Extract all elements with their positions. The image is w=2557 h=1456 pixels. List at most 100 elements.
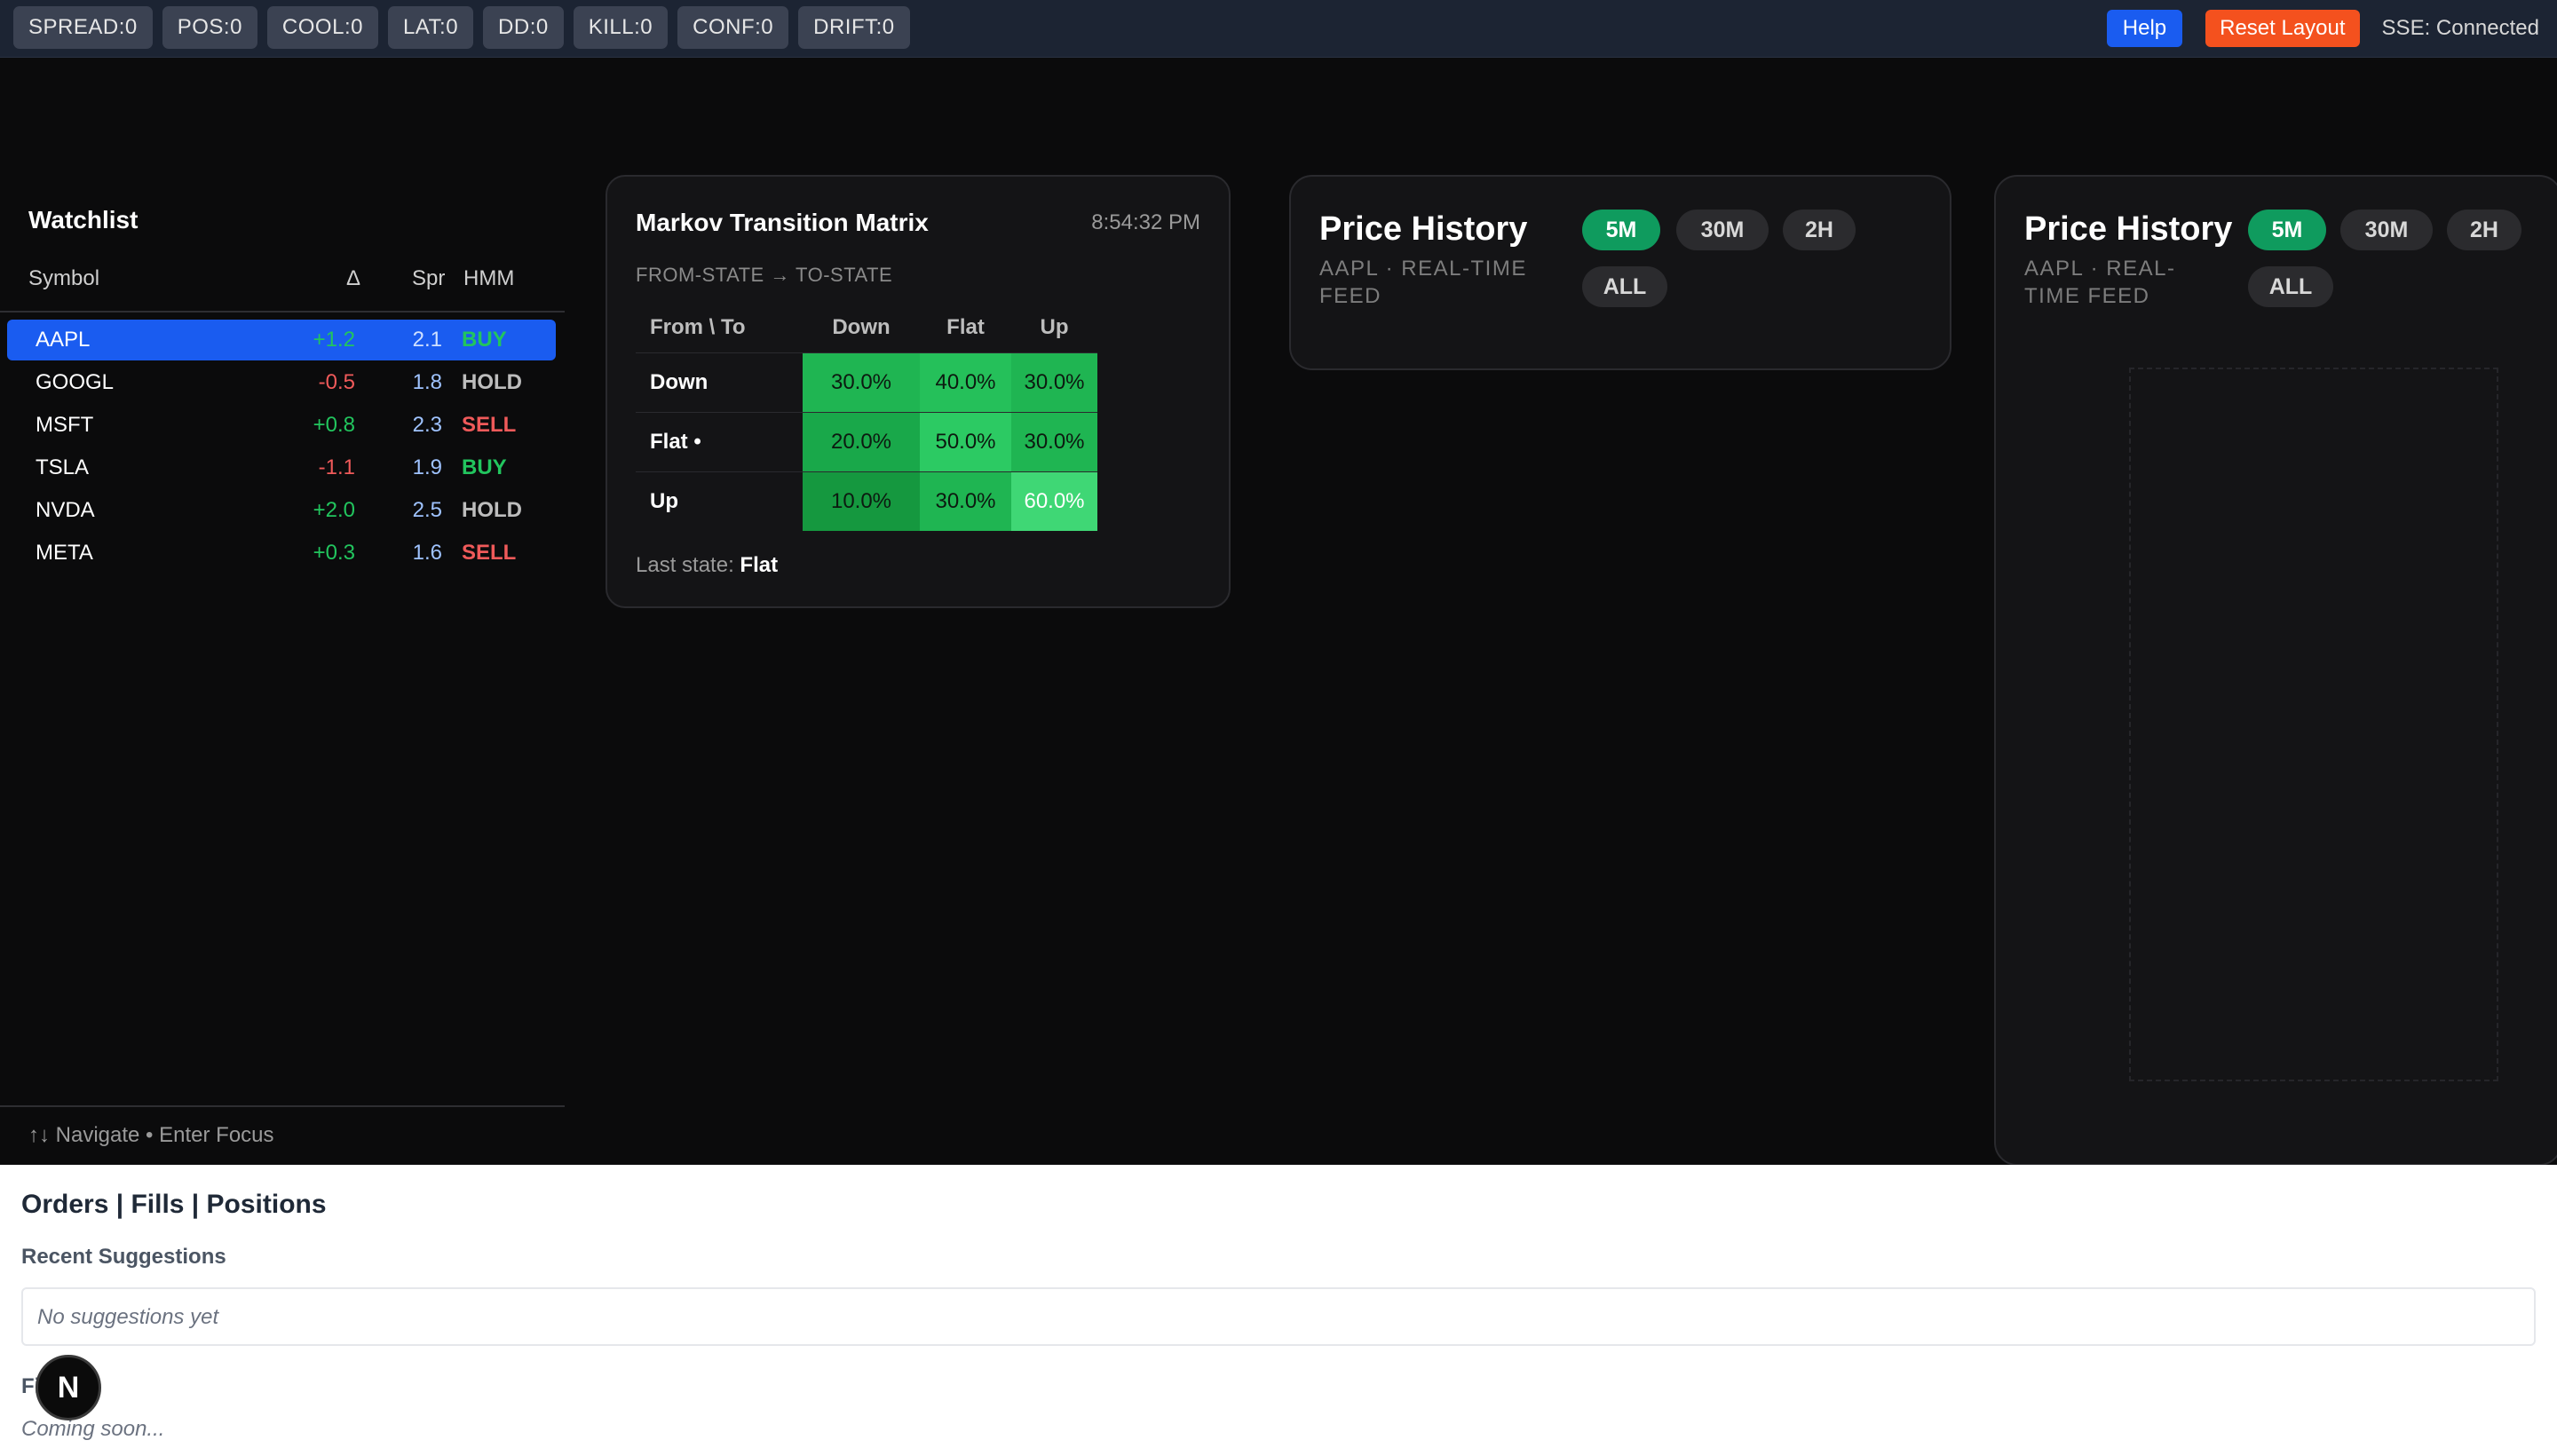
lat-badge[interactable]: LAT:0 — [387, 6, 474, 49]
markov-title: Markov Transition Matrix — [636, 209, 929, 236]
matrix-cell: 60.0% — [1011, 471, 1097, 531]
price-history-subtitle: AAPL · REAL-TIME FEED — [2024, 257, 2176, 308]
matrix-cell: 30.0% — [1011, 412, 1097, 472]
col-delta[interactable]: Δ — [346, 266, 360, 291]
help-button[interactable]: Help — [2106, 10, 2183, 47]
row-label-flat: Flat • — [636, 412, 803, 472]
matrix-cell: 30.0% — [920, 471, 1011, 531]
row-signal: BUY — [462, 455, 507, 479]
last-state-value: Flat — [740, 553, 779, 577]
pos-badge[interactable]: POS:0 — [162, 6, 257, 49]
row-signal: HOLD — [462, 370, 522, 394]
watchlist-panel: Watchlist Symbol Δ Spr HMM AAPL +1.2 2.1… — [0, 195, 565, 1165]
status-bar: SPREAD:0 POS:0 COOL:0 LAT:0 DD:0 KILL:0 … — [0, 0, 2557, 58]
row-signal: BUY — [462, 328, 507, 352]
transition-table: From \ To Down Flat Up Down 30.0% 40.0% … — [636, 303, 1097, 531]
drift-badge[interactable]: DRIFT:0 — [798, 6, 910, 49]
matrix-row-flat: Flat • 20.0% 50.0% 30.0% — [636, 412, 1097, 472]
matrix-cell: 30.0% — [1011, 352, 1097, 413]
last-state: Last state: Flat — [636, 553, 778, 578]
matrix-row-up: Up 10.0% 30.0% 60.0% — [636, 471, 1097, 531]
range-5m-button[interactable]: 5M — [1582, 210, 1660, 250]
row-delta: +1.2 — [313, 328, 355, 352]
price-history-subtitle: AAPL · REAL-TIME FEED — [1319, 257, 1527, 308]
col-header-up: Up — [1040, 315, 1069, 339]
col-header-flat: Flat — [946, 315, 985, 339]
markov-subtitle: FROM-STATE → TO-STATE — [636, 264, 893, 286]
row-spread: 2.5 — [412, 498, 442, 522]
watchlist-row[interactable]: NVDA +2.0 2.5 HOLD — [7, 490, 556, 531]
markov-timestamp: 8:54:32 PM — [1091, 210, 1200, 234]
price-history-card: Price History AAPL · REAL-TIME FEED 5M 3… — [1289, 175, 1951, 370]
coming-soon-text: Coming soon... — [21, 1417, 165, 1441]
suggestions-empty-text: No suggestions yet — [37, 1305, 219, 1329]
price-history-title: Price History — [1319, 210, 1528, 248]
price-chart-area[interactable] — [2129, 368, 2498, 1081]
matrix-cell: 20.0% — [803, 412, 920, 472]
row-delta: +0.8 — [313, 413, 355, 437]
col-symbol[interactable]: Symbol — [28, 266, 99, 291]
orders-panel: Orders | Fills | Positions Recent Sugges… — [0, 1165, 2557, 1456]
row-label-up: Up — [636, 471, 803, 531]
row-spread: 1.6 — [412, 541, 442, 565]
row-spread: 1.9 — [412, 455, 442, 479]
watchlist-row[interactable]: GOOGL -0.5 1.8 HOLD — [7, 362, 556, 403]
spread-badge[interactable]: SPREAD:0 — [13, 6, 153, 49]
range-all-button[interactable]: ALL — [2248, 266, 2333, 307]
metric-badges: SPREAD:0 POS:0 COOL:0 LAT:0 DD:0 KILL:0 … — [13, 6, 910, 49]
row-symbol: NVDA — [36, 498, 95, 522]
row-label-down: Down — [636, 352, 803, 413]
cool-badge[interactable]: COOL:0 — [266, 6, 378, 49]
recent-suggestions-label: Recent Suggestions — [21, 1245, 226, 1269]
matrix-cell: 50.0% — [920, 412, 1011, 472]
range-2h-button[interactable]: 2H — [1783, 210, 1856, 250]
range-30m-button[interactable]: 30M — [2340, 210, 2433, 250]
price-history-title: Price History — [2024, 210, 2233, 248]
suggestions-list: No suggestions yet — [21, 1287, 2536, 1346]
watchlist-row[interactable]: TSLA -1.1 1.9 BUY — [7, 447, 556, 488]
range-30m-button[interactable]: 30M — [1676, 210, 1769, 250]
kill-badge[interactable]: KILL:0 — [573, 6, 669, 49]
row-spread: 2.1 — [412, 328, 442, 352]
row-symbol: META — [36, 541, 93, 565]
watchlist-row[interactable]: MSFT +0.8 2.3 SELL — [7, 405, 556, 446]
range-5m-button[interactable]: 5M — [2248, 210, 2326, 250]
markov-matrix-card: Markov Transition Matrix 8:54:32 PM FROM… — [606, 175, 1231, 608]
range-all-button[interactable]: ALL — [1582, 266, 1667, 307]
watchlist-header: Symbol Δ Spr HMM — [0, 266, 565, 313]
row-delta: +0.3 — [313, 541, 355, 565]
matrix-cell: 30.0% — [803, 352, 920, 413]
col-header-down: Down — [832, 315, 891, 339]
col-spread[interactable]: Spr — [412, 266, 445, 291]
corner-header: From \ To — [650, 315, 746, 339]
row-signal: HOLD — [462, 498, 522, 522]
dev-tools-badge[interactable]: N — [36, 1355, 101, 1420]
watchlist-row[interactable]: AAPL +1.2 2.1 BUY — [7, 320, 556, 360]
keyboard-hint-text: ↑↓ Navigate • Enter Focus — [28, 1123, 274, 1147]
row-signal: SELL — [462, 541, 517, 565]
row-symbol: MSFT — [36, 413, 94, 437]
range-2h-button[interactable]: 2H — [2447, 210, 2521, 250]
watchlist-row[interactable]: META +0.3 1.6 SELL — [7, 533, 556, 574]
sse-status: SSE: Connected — [2381, 16, 2539, 40]
row-symbol: GOOGL — [36, 370, 115, 394]
col-hmm[interactable]: HMM — [463, 266, 514, 291]
row-delta: +2.0 — [313, 498, 355, 522]
row-spread: 1.8 — [412, 370, 442, 394]
watchlist-keyboard-hint: ↑↓ Navigate • Enter Focus — [0, 1105, 565, 1167]
matrix-cell: 10.0% — [803, 471, 920, 531]
matrix-row-down: Down 30.0% 40.0% 30.0% — [636, 352, 1097, 413]
row-signal: SELL — [462, 413, 517, 437]
last-state-label: Last state: — [636, 553, 734, 577]
dd-badge[interactable]: DD:0 — [483, 6, 564, 49]
watchlist-title: Watchlist — [28, 206, 139, 233]
row-delta: -1.1 — [318, 455, 355, 479]
conf-badge[interactable]: CONF:0 — [677, 6, 789, 49]
matrix-cell: 40.0% — [920, 352, 1011, 413]
reset-layout-button[interactable]: Reset Layout — [2205, 10, 2360, 47]
row-spread: 2.3 — [412, 413, 442, 437]
row-symbol: AAPL — [36, 328, 91, 352]
row-symbol: TSLA — [36, 455, 90, 479]
row-delta: -0.5 — [318, 370, 355, 394]
orders-panel-title: Orders | Fills | Positions — [21, 1190, 327, 1219]
